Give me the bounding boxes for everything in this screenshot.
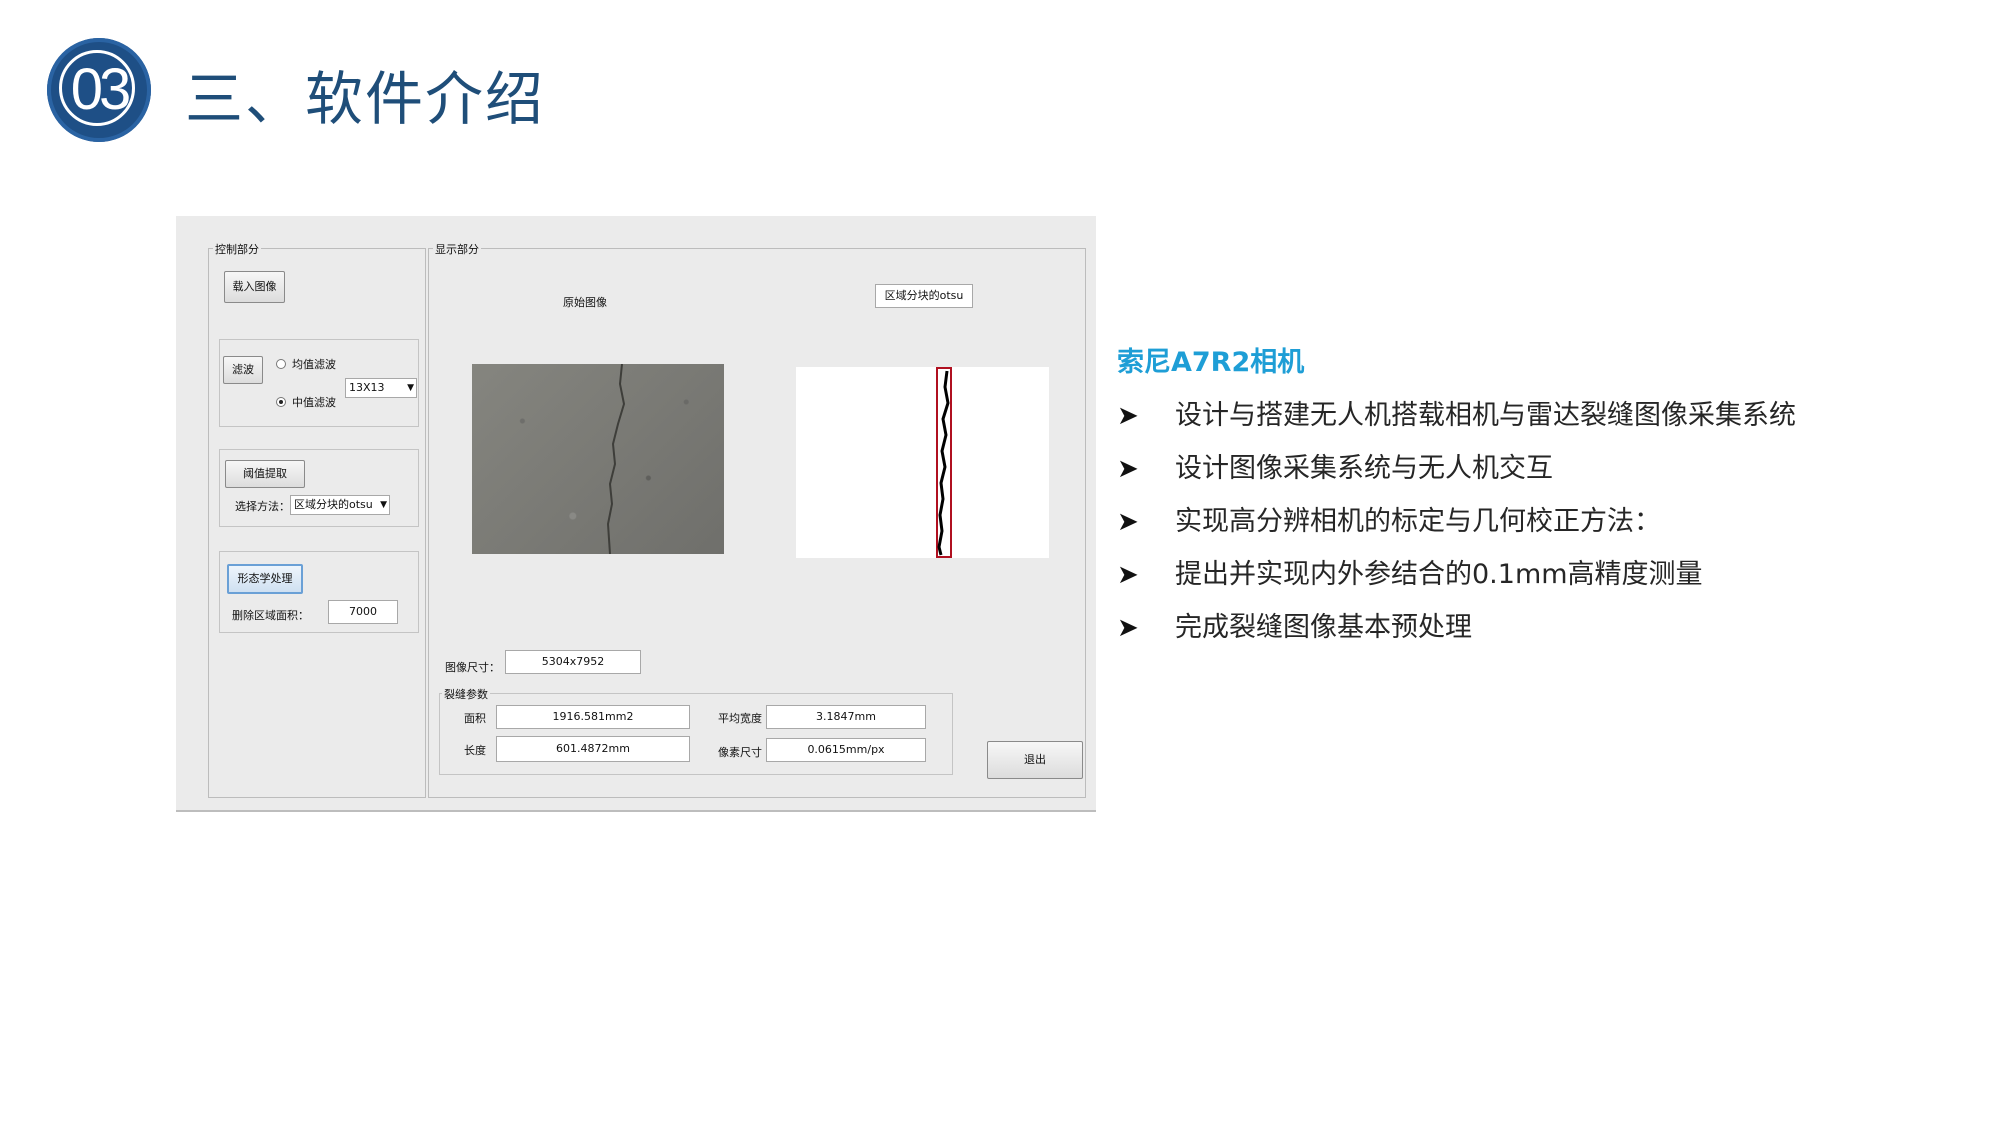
original-crack-image — [472, 364, 724, 554]
load-image-button[interactable]: 载入图像 — [224, 271, 285, 303]
arrowhead-icon: ➤ — [1117, 454, 1139, 484]
filter-section: 滤波 均值滤波 中值滤波 13X13 ▼ — [219, 339, 419, 427]
badge-number: 03 — [70, 57, 132, 122]
avg-width-field[interactable]: 3.1847mm — [766, 705, 926, 729]
method-label: 选择方法： — [235, 500, 290, 513]
pixel-size-label: 像素尺寸 — [718, 746, 762, 759]
list-item: ➤ 设计图像采集系统与无人机交互 — [1117, 446, 1553, 485]
list-item-text: 完成裂缝图像基本预处理 — [1175, 612, 1472, 643]
control-panel: 控制部分 载入图像 滤波 均值滤波 中值滤波 13X13 ▼ 阈值提取 选择方法… — [208, 241, 426, 798]
threshold-button[interactable]: 阈值提取 — [225, 460, 305, 488]
method-select[interactable]: 区域分块的otsu ▼ — [290, 495, 390, 515]
median-filter-radio[interactable] — [276, 397, 286, 407]
result-method-label: 区域分块的otsu — [875, 284, 973, 308]
control-panel-title: 控制部分 — [213, 241, 261, 257]
image-size-field[interactable]: 5304x7952 — [505, 650, 641, 674]
section-number-badge: 03 — [47, 38, 151, 142]
chevron-down-icon: ▼ — [407, 383, 414, 393]
list-item: ➤ 实现高分辨相机的标定与几何校正方法： — [1117, 499, 1661, 538]
list-item-text: 提出并实现内外参结合的0.1mm高精度测量 — [1175, 559, 1703, 590]
mean-filter-label: 均值滤波 — [292, 358, 336, 371]
crack-params-title: 裂缝参数 — [442, 686, 490, 702]
display-panel: 显示部分 原始图像 区域分块的otsu 图像尺寸： 5304x7952 裂缝参数… — [428, 241, 1086, 798]
list-item-text: 设计图像采集系统与无人机交互 — [1175, 453, 1553, 484]
original-image-label: 原始图像 — [563, 296, 607, 309]
morphology-button[interactable]: 形态学处理 — [227, 564, 303, 594]
image-size-label: 图像尺寸： — [445, 661, 500, 674]
page-title: 三、软件介绍 — [185, 65, 546, 133]
segmented-crack-svg — [936, 367, 952, 558]
crack-params-section: 裂缝参数 面积 1916.581mm2 长度 601.4872mm 平均宽度 3… — [439, 686, 953, 775]
filter-button[interactable]: 滤波 — [223, 356, 263, 384]
chevron-down-icon: ▼ — [380, 500, 387, 510]
crack-line — [606, 364, 626, 554]
method-value: 区域分块的otsu — [294, 498, 373, 511]
morphology-section: 形态学处理 删除区域面积： 7000 — [219, 551, 419, 633]
kernel-size-value: 13X13 — [349, 381, 385, 394]
camera-subtitle: 索尼A7R2相机 — [1117, 347, 1305, 378]
list-item-text: 实现高分辨相机的标定与几何校正方法： — [1175, 506, 1661, 537]
arrowhead-icon: ➤ — [1117, 613, 1139, 643]
list-item-text: 设计与搭建无人机搭载相机与雷达裂缝图像采集系统 — [1175, 400, 1796, 431]
remove-area-label: 删除区域面积： — [232, 609, 309, 622]
list-item: ➤ 完成裂缝图像基本预处理 — [1117, 605, 1472, 644]
mean-filter-radio[interactable] — [276, 359, 286, 369]
software-screenshot: 控制部分 载入图像 滤波 均值滤波 中值滤波 13X13 ▼ 阈值提取 选择方法… — [176, 216, 1096, 812]
length-field[interactable]: 601.4872mm — [496, 736, 690, 762]
threshold-section: 阈值提取 选择方法： 区域分块的otsu ▼ — [219, 449, 419, 527]
exit-button[interactable]: 退出 — [987, 741, 1083, 779]
list-item: ➤ 设计与搭建无人机搭载相机与雷达裂缝图像采集系统 — [1117, 393, 1796, 432]
arrowhead-icon: ➤ — [1117, 507, 1139, 537]
area-field[interactable]: 1916.581mm2 — [496, 705, 690, 729]
avg-width-label: 平均宽度 — [718, 712, 762, 725]
length-label: 长度 — [464, 744, 486, 757]
list-item: ➤ 提出并实现内外参结合的0.1mm高精度测量 — [1117, 552, 1703, 591]
remove-area-input[interactable]: 7000 — [328, 600, 398, 624]
arrowhead-icon: ➤ — [1117, 560, 1139, 590]
pixel-size-field[interactable]: 0.0615mm/px — [766, 738, 926, 762]
segmented-crack-image — [796, 367, 1049, 558]
display-panel-title: 显示部分 — [433, 241, 481, 257]
arrowhead-icon: ➤ — [1117, 401, 1139, 431]
kernel-size-select[interactable]: 13X13 ▼ — [345, 378, 417, 398]
median-filter-label: 中值滤波 — [292, 396, 336, 409]
area-label: 面积 — [464, 712, 486, 725]
